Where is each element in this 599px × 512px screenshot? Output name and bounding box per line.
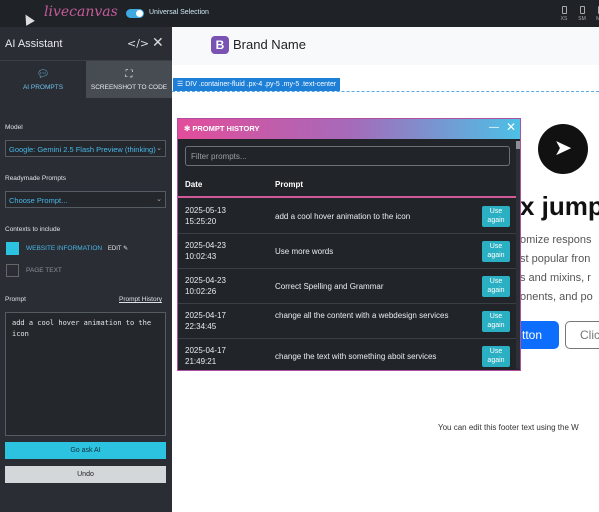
- panel-title: AI Assistant: [5, 38, 63, 50]
- hero-secondary-button[interactable]: Clic: [565, 321, 599, 349]
- row-prompt: change the text with something aboit ser…: [275, 352, 437, 361]
- phone-icon: [579, 6, 585, 14]
- edit-link[interactable]: EDIT ✎: [108, 246, 128, 252]
- filter-prompts-input[interactable]: Filter prompts...: [185, 146, 510, 166]
- chat-icon: 💬︎: [36, 69, 50, 80]
- row-datetime: 2025-04-17 21:49:21: [185, 346, 226, 366]
- bootstrap-logo-icon[interactable]: B: [211, 36, 229, 54]
- row-datetime: 2025-04-23 10:02:26: [185, 276, 226, 296]
- phone-icon: [561, 6, 567, 14]
- website-info-checkbox[interactable]: [6, 242, 19, 255]
- tab-screenshot-to-code[interactable]: ⛶ SCREENSHOT TO CODE: [86, 61, 172, 98]
- minimize-icon[interactable]: —: [489, 122, 499, 133]
- row-prompt: add a cool hover animation to the icon: [275, 212, 411, 221]
- hero-text-line: st popular fron: [520, 253, 591, 265]
- hero-text-line: onents, and po: [520, 291, 593, 303]
- telegram-icon[interactable]: ➤: [538, 124, 588, 174]
- modal-title: ✻ PROMPT HISTORY: [184, 124, 260, 133]
- app-logo[interactable]: livecanvas: [44, 4, 118, 20]
- code-icon[interactable]: </>: [127, 37, 149, 50]
- use-again-button[interactable]: Use again: [482, 311, 510, 332]
- modal-header[interactable]: ✻ PROMPT HISTORY — ✕: [178, 119, 520, 139]
- table-row: 2025-04-23 10:02:43 Use more words Use ag…: [178, 234, 518, 269]
- go-ask-ai-button[interactable]: Go ask AI: [5, 442, 166, 459]
- universal-selection-label: Universal Selection: [149, 9, 209, 16]
- row-datetime: 2025-05-13 15:25:20: [185, 206, 226, 226]
- selection-tag[interactable]: ☰ DIV .container-fluid .px-4 .py-5 .my-5…: [173, 78, 341, 91]
- close-icon[interactable]: ✕: [152, 35, 164, 51]
- prompt-history-modal: ✻ PROMPT HISTORY — ✕ Filter prompts... D…: [177, 118, 521, 371]
- pencil-icon: ✎: [123, 246, 129, 252]
- prompt-label: Prompt: [5, 296, 26, 303]
- scrollbar[interactable]: [516, 141, 520, 369]
- footer-text: You can edit this footer text using the …: [438, 423, 579, 432]
- close-icon[interactable]: ✕: [506, 120, 516, 134]
- readymade-prompts-label: Readymade Prompts: [5, 175, 67, 182]
- undo-button[interactable]: Undo: [5, 466, 166, 483]
- row-prompt: Use more words: [275, 247, 334, 256]
- mouse-cursor-icon: [21, 12, 35, 26]
- table-row: 2025-04-17 22:34:45 change all the conten…: [178, 304, 518, 339]
- tab-ai-prompts[interactable]: 💬︎ AI PROMPTS: [0, 61, 86, 98]
- prompt-history-link[interactable]: Prompt History: [119, 296, 162, 303]
- use-again-button[interactable]: Use again: [482, 276, 510, 297]
- site-navbar: B Brand Name: [172, 27, 599, 65]
- column-header-date: Date: [185, 180, 203, 189]
- device-sm-button[interactable]: SM: [574, 6, 590, 22]
- chevron-down-icon: ⌄: [156, 145, 162, 152]
- device-xs-button[interactable]: XS: [556, 6, 572, 22]
- column-header-prompt: Prompt: [275, 180, 303, 189]
- brand-name[interactable]: Brand Name: [233, 37, 306, 52]
- page-text-label: PAGE TEXT: [26, 267, 62, 274]
- use-again-button[interactable]: Use again: [482, 346, 510, 367]
- readymade-prompts-select[interactable]: Choose Prompt... ⌄: [5, 191, 166, 208]
- hero-text-line: s and mixins, r: [520, 272, 591, 284]
- website-info-label: WEBSITE INFORMATION EDIT ✎: [26, 245, 129, 252]
- top-toolbar: livecanvas Universal Selection XS SM MD: [0, 0, 599, 27]
- prompt-textarea[interactable]: add a cool hover animation to the icon: [5, 312, 166, 436]
- screenshot-icon: ⛶: [125, 69, 133, 80]
- model-label: Model: [5, 124, 23, 131]
- device-md-button[interactable]: MD: [592, 6, 599, 22]
- table-row: 2025-04-17 21:49:21 change the text with …: [178, 339, 518, 374]
- hero-heading: x jump: [520, 191, 599, 221]
- row-prompt: Correct Spelling and Grammar: [275, 282, 384, 291]
- use-again-button[interactable]: Use again: [482, 206, 510, 227]
- row-datetime: 2025-04-17 22:34:45: [185, 311, 226, 331]
- table-row: 2025-05-13 15:25:20 add a cool hover anim…: [178, 199, 518, 234]
- page-text-checkbox[interactable]: [6, 264, 19, 277]
- table-header: Date Prompt: [178, 170, 518, 198]
- table-row: 2025-04-23 10:02:26 Correct Spelling and …: [178, 269, 518, 304]
- menu-icon: ☰: [177, 81, 184, 88]
- model-select[interactable]: Google: Gemini 2.5 Flash Preview (thinki…: [5, 140, 166, 157]
- hero-text-line: omize respons: [520, 234, 592, 246]
- chevron-down-icon: ⌄: [156, 196, 162, 203]
- scrollbar-thumb[interactable]: [516, 141, 520, 149]
- contexts-label: Contexts to include: [5, 226, 61, 233]
- ai-assistant-panel: AI Assistant </> ✕ 💬︎ AI PROMPTS ⛶ SCREE…: [0, 27, 172, 512]
- row-prompt: change all the content with a webdesign …: [275, 311, 449, 320]
- use-again-button[interactable]: Use again: [482, 241, 510, 262]
- row-datetime: 2025-04-23 10:02:43: [185, 241, 226, 261]
- gear-icon: ✻: [184, 124, 191, 133]
- panel-header: AI Assistant </> ✕: [0, 27, 172, 61]
- panel-tabs: 💬︎ AI PROMPTS ⛶ SCREENSHOT TO CODE: [0, 61, 172, 98]
- selection-outline: [172, 91, 599, 92]
- hero-primary-button[interactable]: tton: [520, 321, 559, 349]
- universal-selection-toggle[interactable]: [126, 9, 144, 18]
